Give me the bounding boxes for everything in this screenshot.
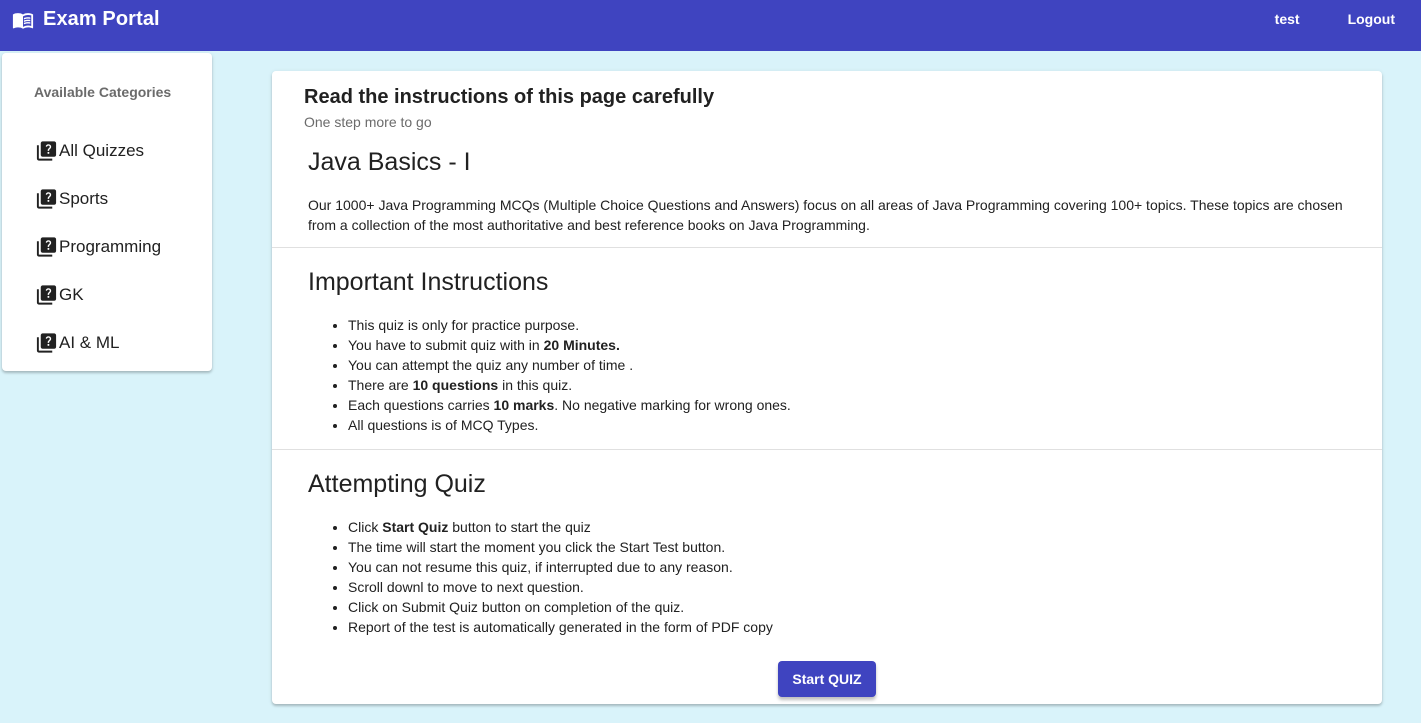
top-nav: test Logout — [1275, 11, 1395, 27]
brand[interactable]: Exam Portal — [11, 8, 160, 31]
instruction-item: There are 10 questions in this quiz. — [348, 375, 791, 395]
instruction-text: You can not resume this quiz, if interru… — [348, 559, 733, 575]
user-link[interactable]: test — [1275, 11, 1300, 27]
category-list: All Quizzes Sports Programming GK AI & ML — [35, 127, 161, 367]
sidebar-item-gk[interactable]: GK — [35, 271, 161, 319]
instruction-text: in this quiz. — [498, 377, 573, 393]
attempting-quiz-heading: Attempting Quiz — [308, 470, 486, 498]
instructions-card: Read the instructions of this page caref… — [272, 71, 1382, 704]
instruction-text: You have to submit quiz with in — [348, 337, 544, 353]
instruction-item: This quiz is only for practice purpose. — [348, 315, 791, 335]
section-divider — [272, 449, 1382, 450]
quiz-icon — [36, 141, 57, 161]
instruction-text: Scroll downl to move to next question. — [348, 579, 584, 595]
categories-sidebar: Available Categories All Quizzes Sports Pr… — [2, 53, 212, 371]
instruction-text: Click — [348, 519, 383, 535]
instruction-item: Each questions carries 10 marks. No nega… — [348, 395, 791, 415]
instruction-text: This quiz is only for practice purpose. — [348, 317, 580, 333]
instruction-text: You can attempt the quiz any number of t… — [348, 357, 634, 373]
quiz-icon — [36, 285, 57, 305]
instruction-text: The time will start the moment you click… — [348, 539, 726, 555]
quiz-icon — [36, 333, 57, 353]
important-instructions-list: This quiz is only for practice purpose. Y… — [330, 315, 791, 435]
instruction-item: Scroll downl to move to next question. — [348, 577, 773, 597]
instruction-item: Click on Submit Quiz button on completio… — [348, 597, 773, 617]
instruction-item: You have to submit quiz with in 20 Minut… — [348, 335, 791, 355]
instruction-emphasis: 20 Minutes. — [543, 337, 620, 353]
menu-book-icon — [12, 12, 34, 29]
instruction-item: You can attempt the quiz any number of t… — [348, 355, 791, 375]
instruction-item: The time will start the moment you click… — [348, 537, 773, 557]
quiz-icon — [36, 237, 57, 257]
instruction-item: Click Start Quiz button to start the qui… — [348, 517, 773, 537]
instruction-emphasis: Start Quiz — [382, 519, 449, 535]
instruction-emphasis: 10 questions — [412, 377, 499, 393]
page-subtitle: One step more to go — [304, 114, 432, 130]
instruction-text: Each questions carries — [348, 397, 494, 413]
instruction-item: You can not resume this quiz, if interru… — [348, 557, 773, 577]
important-instructions-heading: Important Instructions — [308, 268, 549, 296]
section-divider — [272, 247, 1382, 248]
sidebar-item-all-quizzes[interactable]: All Quizzes — [35, 127, 161, 175]
instruction-item: All questions is of MCQ Types. — [348, 415, 791, 435]
logout-link[interactable]: Logout — [1348, 11, 1395, 27]
app-title: Exam Portal — [43, 8, 160, 30]
sidebar-item-sports[interactable]: Sports — [35, 175, 161, 223]
sidebar-heading: Available Categories — [34, 84, 172, 100]
instruction-text: Report of the test is automatically gene… — [348, 619, 773, 635]
sidebar-item-label: GK — [59, 285, 84, 304]
sidebar-item-label: AI & ML — [59, 333, 120, 352]
instruction-text: button to start the quiz — [448, 519, 591, 535]
sidebar-item-label: Sports — [59, 189, 109, 208]
instruction-emphasis: 10 marks — [493, 397, 555, 413]
instruction-text: All questions is of MCQ Types. — [348, 417, 539, 433]
page-title: Read the instructions of this page caref… — [304, 86, 715, 108]
top-toolbar: Exam Portal test Logout — [0, 0, 1421, 51]
sidebar-item-label: Programming — [59, 237, 162, 256]
instruction-item: Report of the test is automatically gene… — [348, 617, 773, 637]
instruction-text: There are — [348, 377, 413, 393]
instruction-text: . No negative marking for wrong ones. — [554, 397, 791, 413]
attempting-quiz-list: Click Start Quiz button to start the qui… — [330, 517, 773, 637]
instruction-text: Click on Submit Quiz button on completio… — [348, 599, 685, 615]
sidebar-item-label: All Quizzes — [59, 141, 145, 160]
quiz-title: Java Basics - I — [308, 148, 471, 176]
quiz-description: Our 1000+ Java Programming MCQs (Multipl… — [308, 197, 1343, 233]
sidebar-item-ai-ml[interactable]: AI & ML — [35, 319, 161, 367]
start-quiz-button[interactable]: Start QUIZ — [778, 661, 876, 697]
quiz-icon — [36, 189, 57, 209]
sidebar-item-programming[interactable]: Programming — [35, 223, 161, 271]
